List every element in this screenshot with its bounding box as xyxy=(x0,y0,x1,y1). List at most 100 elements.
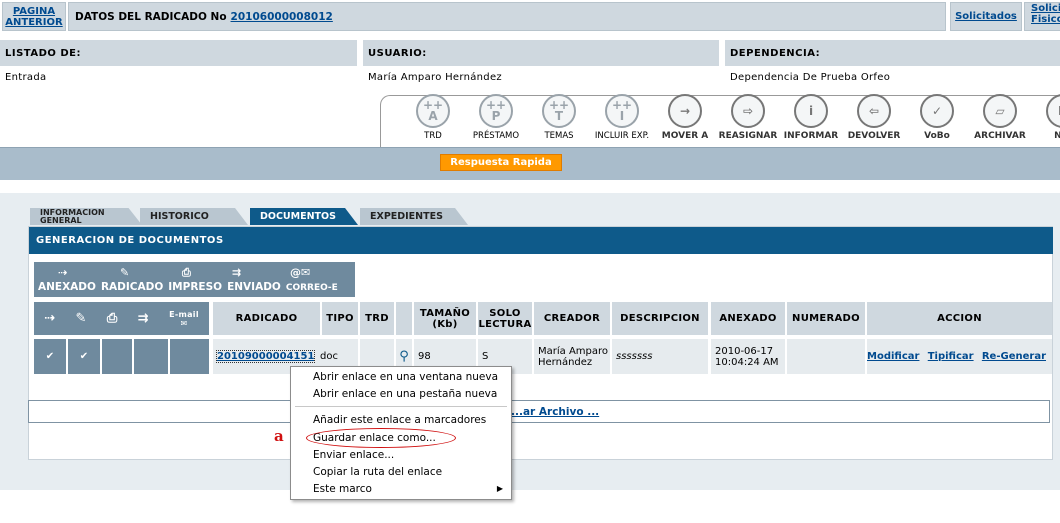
menu-open-new-window[interactable]: Abrir enlace en una ventana nueva xyxy=(313,369,498,385)
tab-informacion-general[interactable]: INFORMACION GENERAL xyxy=(30,208,142,225)
tool-mover-a[interactable]: → MOVER A xyxy=(650,94,720,141)
col-tamano-2: (Kb) xyxy=(432,318,458,330)
row-check-1[interactable]: ✔ xyxy=(34,339,66,374)
select-icons-header: ⇢ ✎ ⎙ ⇉ E-mail ✉ xyxy=(34,302,209,335)
row-creador-1: María Amparo xyxy=(538,345,609,357)
row-check-5[interactable] xyxy=(170,339,209,374)
regenerar-link[interactable]: Re-Generar xyxy=(982,351,1046,362)
tool-informar[interactable]: i INFORMAR xyxy=(776,94,846,141)
document-actions-bar: ⇢ ✎ ⎙ ⇉ @✉ ANEXADO RADICADO IMPRESO ENVI… xyxy=(34,262,355,297)
tool-n-r[interactable]: N N/R xyxy=(1028,94,1060,141)
row-check-3[interactable] xyxy=(102,339,132,374)
tab-info-line2: GENERAL xyxy=(40,215,82,225)
tab-expedientes[interactable]: EXPEDIENTES xyxy=(360,208,468,225)
tool-label: TRD xyxy=(424,131,442,141)
back-label-1: PAGINA xyxy=(12,5,56,17)
tool-icon: ⇨ xyxy=(731,94,765,128)
email-col-icon: E-mail ✉ xyxy=(169,309,199,328)
solic-link-2[interactable]: Fisico xyxy=(1031,14,1060,25)
pencil-icon: ✎ xyxy=(120,266,130,279)
col-tamano-1: TAMAÑO xyxy=(419,307,471,319)
tool-icon: ⇦ xyxy=(857,94,891,128)
tool-icon: ++ I xyxy=(605,94,639,128)
printer-col-icon: ⎙ xyxy=(106,311,118,326)
respuesta-rapida-button[interactable]: Respuesta Rapida xyxy=(440,154,562,171)
tool-reasignar[interactable]: ⇨ REASIGNAR xyxy=(713,94,783,141)
tool-icon: ✓ xyxy=(920,94,954,128)
row-anexado-1: 2010-06-17 xyxy=(715,345,774,357)
tool-icon: → xyxy=(668,94,702,128)
col-descripcion: DESCRIPCION xyxy=(612,302,708,335)
upload-file-link[interactable]: ...ar Archivo ... xyxy=(511,406,599,418)
tool-icon: ++ P xyxy=(479,94,513,128)
anexado-icon: ⇢ xyxy=(58,266,68,279)
tool-trd[interactable]: ++ A TRD xyxy=(398,94,468,141)
dependencia-label: DEPENDENCIA: xyxy=(725,40,1060,66)
back-label-2: ANTERIOR xyxy=(5,16,63,28)
email-icon: @✉ xyxy=(290,266,311,279)
menu-this-frame[interactable]: Este marco xyxy=(313,481,372,497)
row-descripcion: sssssss xyxy=(612,339,708,374)
tipificar-link[interactable]: Tipificar xyxy=(928,351,974,362)
tool-label: INCLUIR EXP. xyxy=(594,131,650,141)
tool-icon: N xyxy=(1046,94,1060,128)
action-impreso[interactable]: IMPRESO xyxy=(168,281,222,293)
solic-link-1[interactable]: Solici xyxy=(1031,3,1060,14)
modificar-link[interactable]: Modificar xyxy=(867,351,919,362)
menu-bookmark-link[interactable]: Añadir este enlace a marcadores xyxy=(313,412,486,428)
tool-incluir-exp[interactable]: ++ I INCLUIR EXP. xyxy=(587,94,657,141)
upload-row: ...ar Archivo ... xyxy=(28,400,1050,423)
row-numerado xyxy=(787,339,865,374)
row-check-4[interactable] xyxy=(134,339,168,374)
action-anexado[interactable]: ANEXADO xyxy=(38,281,96,293)
row-check-2[interactable]: ✔ xyxy=(68,339,100,374)
tool-label: N/R xyxy=(1054,131,1060,141)
col-solo-lectura: SOLO LECTURA xyxy=(478,302,532,335)
menu-copy-link[interactable]: Copiar la ruta del enlace xyxy=(313,464,442,480)
tool-label: VoBo xyxy=(924,131,950,141)
radicado-doc-link[interactable]: 20109000004151 xyxy=(215,350,316,363)
solicitud-fisico-cell[interactable]: Solici Fisico xyxy=(1024,2,1060,31)
action-correo[interactable]: CORREO-E xyxy=(286,283,338,293)
tool-archivar[interactable]: ▱ ARCHIVAR xyxy=(965,94,1035,141)
listado-label: LISTADO DE: xyxy=(0,40,357,66)
tool-devolver[interactable]: ⇦ DEVOLVER xyxy=(839,94,909,141)
row-accion: Modificar Tipificar Re-Generar xyxy=(867,339,1052,374)
menu-send-link[interactable]: Enviar enlace... xyxy=(313,447,394,463)
radicado-title: DATOS DEL RADICADO No 20106000008012 xyxy=(68,2,946,31)
radicado-col-icon: ✎ xyxy=(75,311,87,326)
back-page-link[interactable]: PAGINA ANTERIOR xyxy=(2,2,66,31)
col-view xyxy=(396,302,412,335)
radicado-number-link[interactable]: 20106000008012 xyxy=(231,11,333,23)
listado-value: Entrada xyxy=(5,72,47,83)
annotation-label: a xyxy=(274,427,284,445)
tool-vobo[interactable]: ✓ VoBo xyxy=(902,94,972,141)
tool-label: ARCHIVAR xyxy=(974,131,1026,141)
tab-documentos[interactable]: DOCUMENTOS xyxy=(250,208,358,225)
email-icon-label: E-mail xyxy=(169,309,199,319)
tool-label: DEVOLVER xyxy=(847,131,901,141)
back-page-link-text[interactable]: PAGINA ANTERIOR xyxy=(5,6,62,28)
send-col-icon: ⇉ xyxy=(137,311,149,326)
row-creador: María Amparo Hernández xyxy=(534,339,610,374)
printer-icon: ⎙ xyxy=(182,266,191,279)
title-prefix: DATOS DEL RADICADO No xyxy=(75,10,227,23)
usuario-value: María Amparo Hernández xyxy=(368,72,502,83)
row-creador-2: Hernández xyxy=(538,356,593,368)
col-creador: CREADOR xyxy=(534,302,610,335)
solicitados-link[interactable]: Solicitados xyxy=(955,11,1017,22)
col-tamano: TAMAÑO (Kb) xyxy=(414,302,476,335)
tool-label: PRÉSTAMO xyxy=(472,131,520,141)
col-accion: ACCION xyxy=(867,302,1052,335)
row-anexado: 2010-06-17 10:04:24 AM xyxy=(711,339,785,374)
tool-icon: ++ T xyxy=(542,94,576,128)
usuario-label: USUARIO: xyxy=(363,40,719,66)
col-solo-1: SOLO xyxy=(489,307,521,319)
tool-temas[interactable]: ++ T TEMAS xyxy=(524,94,594,141)
action-radicado[interactable]: RADICADO xyxy=(101,281,163,293)
menu-open-new-tab[interactable]: Abrir enlace en una pestaña nueva xyxy=(313,386,497,402)
action-enviado[interactable]: ENVIADO xyxy=(227,281,281,293)
tool-label: MOVER A xyxy=(661,131,709,141)
tab-historico[interactable]: HISTORICO xyxy=(140,208,248,225)
tool-pr-stamo[interactable]: ++ P PRÉSTAMO xyxy=(461,94,531,141)
